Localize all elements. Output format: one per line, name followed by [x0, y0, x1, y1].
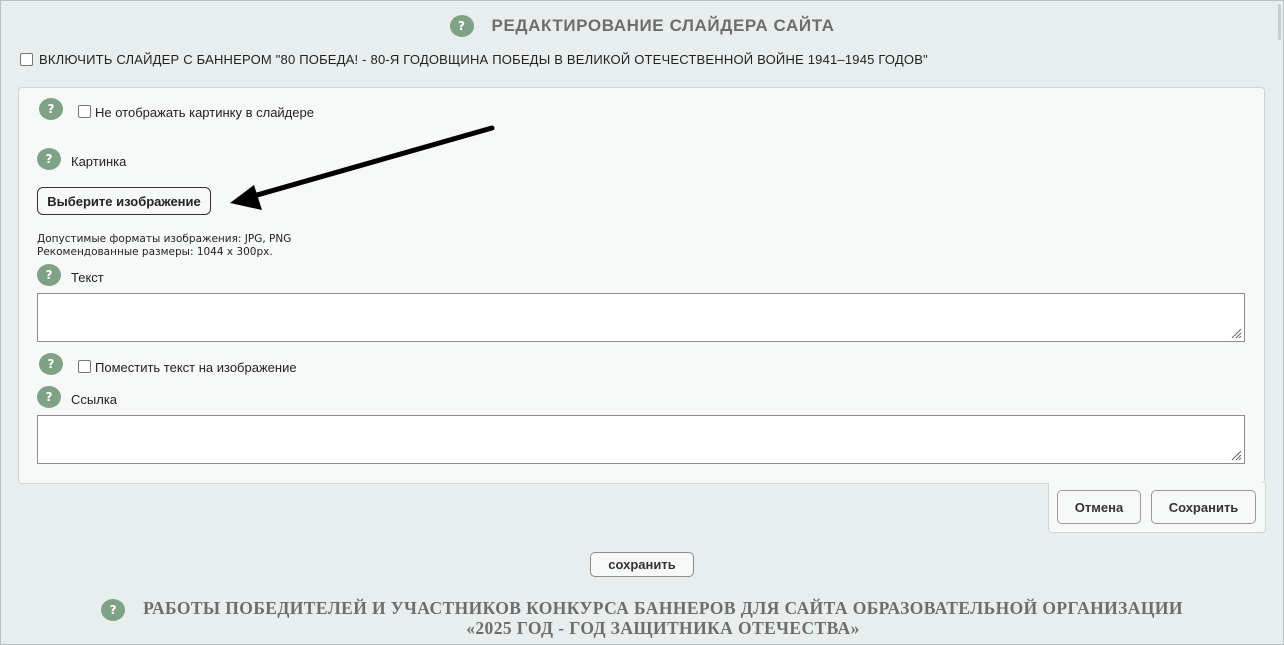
- text-label-row: ? Текст: [37, 264, 104, 286]
- slide-edit-panel: ? Не отображать картинку в слайдере ? Ка…: [18, 87, 1265, 484]
- section-header: ? РЕДАКТИРОВАНИЕ СЛАЙДЕРА САЙТА: [0, 14, 1284, 38]
- bottom-section-header: ? РАБОТЫ ПОБЕДИТЕЛЕЙ И УЧАСТНИКОВ КОНКУР…: [0, 598, 1284, 638]
- help-icon[interactable]: ?: [37, 148, 61, 170]
- choose-image-button[interactable]: Выберите изображение: [37, 187, 211, 215]
- overlay-text-label: Поместить текст на изображение: [95, 360, 297, 375]
- enable-slider-checkbox[interactable]: [20, 53, 33, 66]
- bottom-title-line1: РАБОТЫ ПОБЕДИТЕЛЕЙ И УЧАСТНИКОВ КОНКУРСА…: [143, 598, 1183, 618]
- text-label: Текст: [71, 269, 104, 285]
- help-icon[interactable]: ?: [39, 352, 63, 375]
- link-label: Ссылка: [71, 391, 118, 407]
- dialog-actions: Отмена Сохранить: [1048, 483, 1266, 533]
- help-icon[interactable]: ?: [37, 386, 61, 408]
- help-icon[interactable]: ?: [449, 15, 474, 37]
- help-icon[interactable]: ?: [37, 264, 61, 286]
- image-label: Картинка: [71, 153, 127, 169]
- image-label-row: ? Картинка: [37, 148, 126, 170]
- hide-image-label: Не отображать картинку в слайдере: [95, 105, 314, 120]
- resize-handle-icon[interactable]: [1230, 327, 1242, 339]
- formats-hint: Допустимые форматы изображения: JPG, PNG: [37, 233, 292, 245]
- overlay-text-row: ? Поместить текст на изображение: [39, 352, 297, 375]
- help-icon[interactable]: ?: [39, 97, 63, 120]
- resize-handle-icon[interactable]: [1230, 449, 1242, 461]
- save-button[interactable]: Сохранить: [1151, 490, 1256, 524]
- cancel-button[interactable]: Отмена: [1057, 490, 1141, 524]
- link-textarea[interactable]: [37, 415, 1245, 464]
- save-main-button[interactable]: сохранить: [590, 552, 694, 577]
- link-label-row: ? Ссылка: [37, 386, 117, 408]
- hide-image-checkbox[interactable]: [78, 105, 91, 118]
- enable-slider-row: ВКЛЮЧИТЬ СЛАЙДЕР С БАННЕРОМ "80 ПОБЕДА! …: [20, 52, 928, 67]
- enable-slider-label: ВКЛЮЧИТЬ СЛАЙДЕР С БАННЕРОМ "80 ПОБЕДА! …: [39, 52, 928, 67]
- hide-image-row: ? Не отображать картинку в слайдере: [39, 97, 314, 120]
- overlay-text-checkbox[interactable]: [78, 360, 91, 373]
- help-icon[interactable]: ?: [101, 599, 126, 621]
- size-hint: Рекомендованные размеры: 1044 x 300px.: [37, 246, 273, 258]
- bottom-section-title: РАБОТЫ ПОБЕДИТЕЛЕЙ И УЧАСТНИКОВ КОНКУРСА…: [143, 598, 1183, 638]
- page-title: РЕДАКТИРОВАНИЕ СЛАЙДЕРА САЙТА: [491, 16, 835, 35]
- bottom-title-line2: «2025 ГОД - ГОД ЗАЩИТНИКА ОТЕЧЕСТВА»: [466, 618, 860, 638]
- text-textarea[interactable]: [37, 293, 1245, 342]
